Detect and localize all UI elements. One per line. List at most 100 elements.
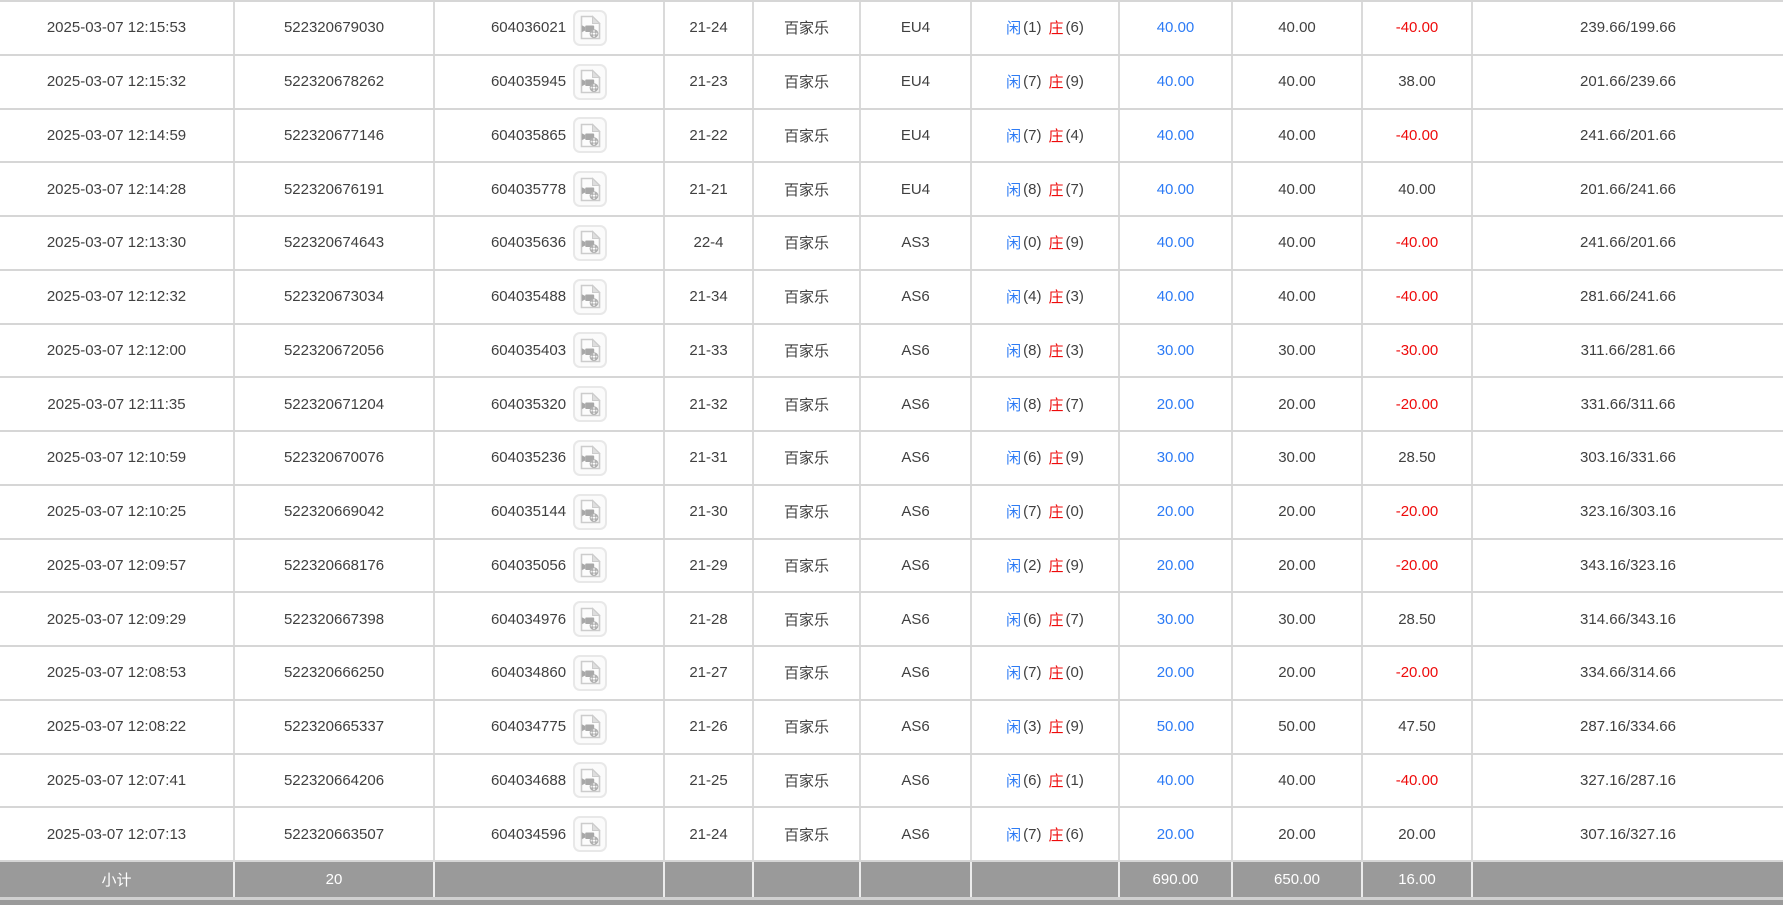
table-id-cell: EU4 (861, 2, 972, 54)
video-replay-button[interactable] (573, 279, 607, 315)
table-id-cell: EU4 (861, 56, 972, 108)
game-number: 604035778 (491, 181, 566, 198)
player-result-score: (8) (1023, 396, 1041, 413)
bet-amount-cell: 40.00 (1120, 755, 1233, 807)
round-cell: 21-24 (665, 808, 754, 860)
game-number-cell: 604034688 (435, 755, 665, 807)
player-result-label: 闲 (1006, 447, 1021, 468)
video-replay-button[interactable] (573, 332, 607, 368)
table-id-cell: AS6 (861, 808, 972, 860)
result-cell: 闲(6)庄(7) (972, 593, 1120, 645)
banker-result-label: 庄 (1049, 609, 1064, 630)
valid-amount-cell: 40.00 (1233, 163, 1363, 215)
banker-result-label: 庄 (1049, 17, 1064, 38)
result-cell: 闲(8)庄(3) (972, 325, 1120, 377)
bet-amount-cell: 20.00 (1120, 808, 1233, 860)
video-replay-button[interactable] (573, 601, 607, 637)
bet-amount-cell: 30.00 (1120, 593, 1233, 645)
balance-cell: 307.16/327.16 (1473, 808, 1783, 860)
table-row: 2025-03-07 12:13:30 522320674643 6040356… (0, 217, 1783, 271)
table-id-cell: AS6 (861, 378, 972, 430)
video-replay-button[interactable] (573, 440, 607, 476)
video-replay-button[interactable] (573, 10, 607, 46)
round-cell: 22-4 (665, 217, 754, 269)
video-replay-icon (580, 714, 601, 739)
win-loss-cell: 38.00 (1363, 56, 1473, 108)
game-type-cell: 百家乐 (754, 217, 861, 269)
win-loss-cell: -40.00 (1363, 2, 1473, 54)
win-loss-cell: -30.00 (1363, 325, 1473, 377)
player-result-label: 闲 (1006, 179, 1021, 200)
game-number: 604035488 (491, 288, 566, 305)
subtotal-empty-cell (861, 862, 972, 897)
video-replay-icon (580, 338, 601, 363)
video-replay-button[interactable] (573, 494, 607, 530)
banker-result-score: (6) (1066, 19, 1084, 36)
player-result-label: 闲 (1006, 232, 1021, 253)
balance-cell: 331.66/311.66 (1473, 378, 1783, 430)
game-number: 604035636 (491, 234, 566, 251)
game-number-cell: 604034976 (435, 593, 665, 645)
win-loss-cell: -20.00 (1363, 378, 1473, 430)
video-replay-button[interactable] (573, 386, 607, 422)
player-result-score: (6) (1023, 772, 1041, 789)
result-cell: 闲(2)庄(9) (972, 540, 1120, 592)
valid-amount-cell: 20.00 (1233, 378, 1363, 430)
order-number-cell: 522320670076 (235, 432, 435, 484)
table-id-cell: AS6 (861, 486, 972, 538)
bet-time-cell: 2025-03-07 12:09:29 (0, 593, 235, 645)
video-replay-button[interactable] (573, 816, 607, 852)
banker-result-label: 庄 (1049, 501, 1064, 522)
bet-amount-cell: 20.00 (1120, 378, 1233, 430)
game-type-cell: 百家乐 (754, 593, 861, 645)
win-loss-cell: 40.00 (1363, 163, 1473, 215)
valid-amount-cell: 40.00 (1233, 755, 1363, 807)
table-id-cell: AS3 (861, 217, 972, 269)
table-row: 2025-03-07 12:10:59 522320670076 6040352… (0, 432, 1783, 486)
video-replay-icon (580, 15, 601, 40)
video-replay-button[interactable] (573, 762, 607, 798)
banker-result-score: (1) (1066, 772, 1084, 789)
balance-cell: 314.66/343.16 (1473, 593, 1783, 645)
game-number: 604035236 (491, 449, 566, 466)
banker-result-label: 庄 (1049, 179, 1064, 200)
balance-cell: 323.16/303.16 (1473, 486, 1783, 538)
win-loss-cell: -40.00 (1363, 755, 1473, 807)
video-replay-button[interactable] (573, 225, 607, 261)
valid-amount-cell: 40.00 (1233, 110, 1363, 162)
table-id-cell: AS6 (861, 647, 972, 699)
player-result-label: 闲 (1006, 125, 1021, 146)
video-replay-button[interactable] (573, 64, 607, 100)
table-row: 2025-03-07 12:11:35 522320671204 6040353… (0, 378, 1783, 432)
result-cell: 闲(1)庄(6) (972, 2, 1120, 54)
video-replay-button[interactable] (573, 655, 607, 691)
round-cell: 21-21 (665, 163, 754, 215)
banker-result-label: 庄 (1049, 125, 1064, 146)
bet-time-cell: 2025-03-07 12:09:57 (0, 540, 235, 592)
player-result-label: 闲 (1006, 609, 1021, 630)
result-cell: 闲(8)庄(7) (972, 378, 1120, 430)
subtotal-count: 20 (235, 862, 435, 897)
order-number-cell: 522320665337 (235, 701, 435, 753)
win-loss-cell: -20.00 (1363, 647, 1473, 699)
table-row: 2025-03-07 12:07:41 522320664206 6040346… (0, 755, 1783, 809)
banker-result-score: (9) (1066, 449, 1084, 466)
valid-amount-cell: 20.00 (1233, 540, 1363, 592)
win-loss-cell: -40.00 (1363, 217, 1473, 269)
bet-time-cell: 2025-03-07 12:12:00 (0, 325, 235, 377)
valid-amount-cell: 40.00 (1233, 2, 1363, 54)
video-replay-icon (580, 392, 601, 417)
banker-result-label: 庄 (1049, 824, 1064, 845)
video-replay-button[interactable] (573, 547, 607, 583)
player-result-label: 闲 (1006, 770, 1021, 791)
video-replay-button[interactable] (573, 709, 607, 745)
subtotal-empty-cell (1473, 862, 1783, 897)
video-replay-button[interactable] (573, 117, 607, 153)
table-row: 2025-03-07 12:12:32 522320673034 6040354… (0, 271, 1783, 325)
total-row-partial (0, 900, 1783, 905)
video-replay-icon (580, 768, 601, 793)
win-loss-cell: -40.00 (1363, 271, 1473, 323)
bet-time-cell: 2025-03-07 12:12:32 (0, 271, 235, 323)
video-replay-button[interactable] (573, 171, 607, 207)
banker-result-score: (9) (1066, 73, 1084, 90)
